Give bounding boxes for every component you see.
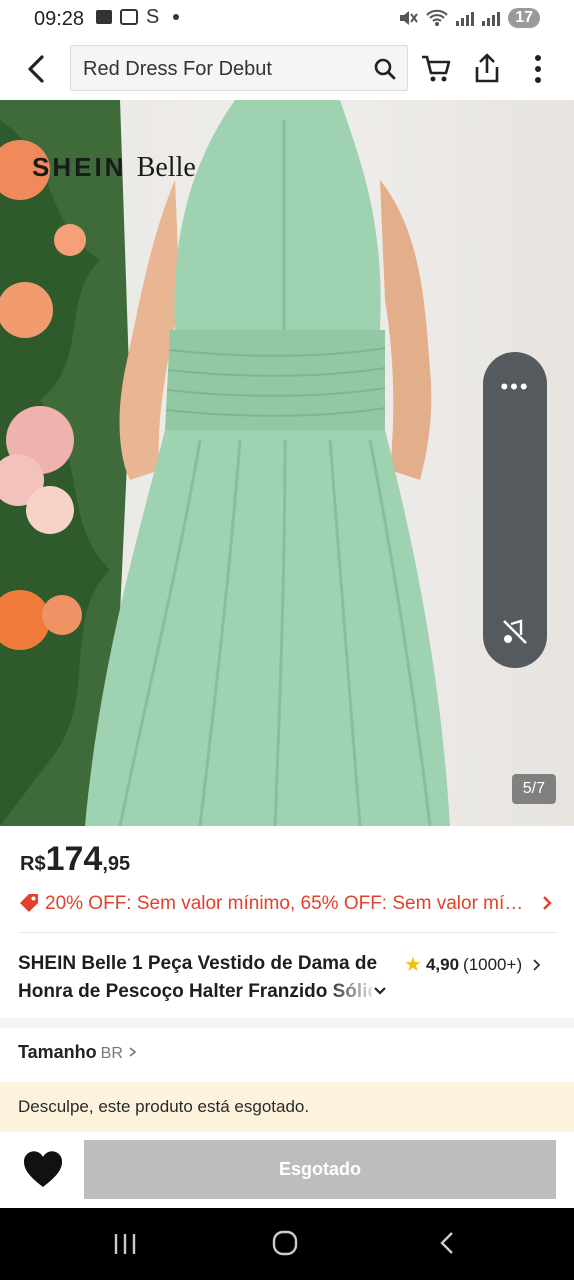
bottom-action-bar: Esgotado xyxy=(0,1132,574,1208)
wishlist-heart-icon[interactable] xyxy=(22,1150,64,1190)
system-nav-bar xyxy=(0,1208,574,1280)
soldout-button[interactable]: Esgotado xyxy=(84,1140,556,1199)
promo-text: 20% OFF: Sem valor mínimo, 65% OFF: Sem … xyxy=(45,893,525,914)
share-icon[interactable] xyxy=(472,51,502,85)
promo-banner[interactable]: 20% OFF: Sem valor mínimo, 65% OFF: Sem … xyxy=(18,890,558,918)
more-options-icon[interactable] xyxy=(528,52,548,86)
size-label: Tamanho xyxy=(18,1042,97,1062)
price-cents: ,95 xyxy=(102,853,131,875)
chevron-right-icon[interactable] xyxy=(540,894,554,912)
screenshot-icon xyxy=(120,9,138,25)
status-bar: 09:28 S 17 xyxy=(0,0,574,38)
music-off-icon[interactable] xyxy=(501,618,529,646)
search-query: Red Dress For Debut xyxy=(83,58,272,80)
soldout-notice: Desculpe, este produto está esgotado. xyxy=(0,1082,574,1132)
top-app-bar: Red Dress For Debut xyxy=(0,38,574,100)
product-image-carousel[interactable]: SHEIN Belle ••• 5/7 xyxy=(0,100,574,826)
search-input[interactable]: Red Dress For Debut xyxy=(70,45,408,91)
star-icon: ★ xyxy=(404,954,422,976)
notification-icons: S xyxy=(96,6,180,28)
more-horizontal-icon[interactable]: ••• xyxy=(483,374,547,400)
coupon-tag-icon xyxy=(20,894,38,912)
gallery-icon xyxy=(96,10,112,24)
product-price: R$174,95 xyxy=(20,840,130,879)
chevron-right-icon xyxy=(533,958,541,971)
expand-title-icon[interactable] xyxy=(372,984,388,998)
search-icon[interactable] xyxy=(373,57,397,81)
back-icon[interactable] xyxy=(438,1230,456,1256)
status-time: 09:28 xyxy=(34,8,85,30)
soldout-message: Desculpe, este produto está esgotado. xyxy=(18,1097,310,1116)
system-icons: 17 xyxy=(398,8,540,28)
signal-icon-2 xyxy=(482,10,501,26)
recent-apps-icon[interactable] xyxy=(112,1232,138,1256)
price-currency: R$ xyxy=(20,853,46,875)
back-arrow-icon[interactable] xyxy=(22,52,52,86)
brand-logo: SHEIN Belle xyxy=(32,152,196,183)
battery-icon: 17 xyxy=(508,8,540,28)
home-icon[interactable] xyxy=(272,1230,298,1256)
chevron-right-icon xyxy=(129,1047,137,1057)
product-title[interactable]: SHEIN Belle 1 Peça Vestido de Dama de Ho… xyxy=(18,950,398,1006)
image-pager: 5/7 xyxy=(511,774,556,804)
divider xyxy=(18,932,556,933)
mute-icon xyxy=(400,11,419,25)
cart-icon[interactable] xyxy=(420,54,452,84)
more-notifications-dot xyxy=(173,14,180,20)
rating-count: (1000+) xyxy=(463,954,523,974)
section-gap xyxy=(0,1018,574,1028)
product-rating[interactable]: ★ 4,90 (1000+) xyxy=(404,952,542,977)
signal-icon xyxy=(456,10,475,26)
s-app-icon: S xyxy=(146,6,160,28)
price-integer: 174 xyxy=(45,840,103,878)
wifi-icon xyxy=(426,9,448,26)
floating-media-control[interactable]: ••• xyxy=(483,352,547,668)
size-region: BR xyxy=(100,1045,123,1062)
size-selector[interactable]: Tamanho BR xyxy=(18,1042,138,1063)
rating-value: 4,90 xyxy=(425,954,460,974)
